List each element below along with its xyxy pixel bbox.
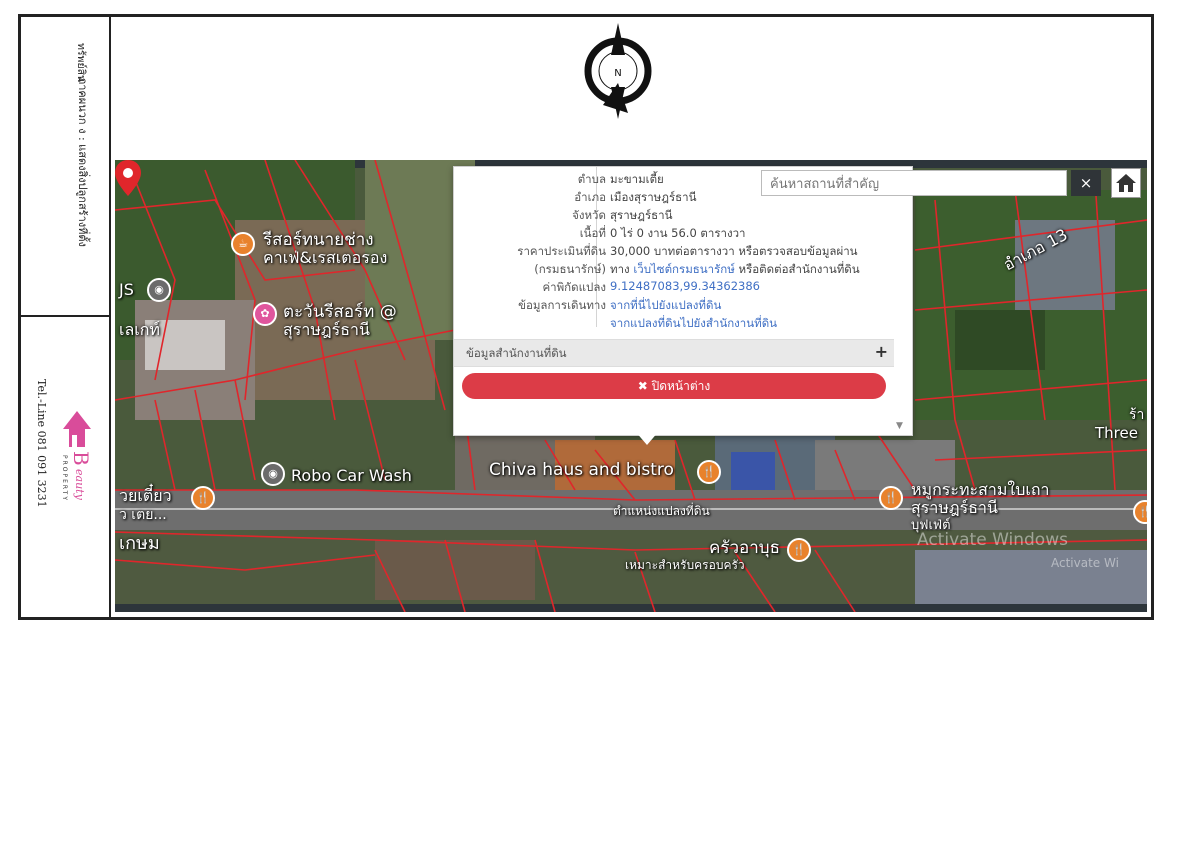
directions-to-parcel-link[interactable]: จากที่นี่ไปยังแปลงที่ดิน (610, 297, 721, 315)
windows-watermark-2: Activate Wi (1051, 556, 1119, 570)
home-button[interactable] (1111, 168, 1141, 198)
map-label-parcel-position: ตำแหน่งแปลงที่ดิน (613, 504, 710, 518)
hotel-pin-icon[interactable]: ✿ (253, 302, 277, 326)
north-label: N (614, 68, 621, 79)
map-label-sun-resort-2: สุราษฎร์ธานี (283, 320, 370, 339)
popup-row-treasury: (กรมธนารักษ์) ทาง เว็บไซต์กรมธนารักษ์ หร… (534, 262, 860, 276)
place-search-box[interactable] (761, 170, 1067, 196)
home-icon (1116, 174, 1136, 192)
popup-row-coordinates: ค่าพิกัดแปลง 9.12487083,99.34362386 (542, 279, 760, 294)
popup-row-appraisal: ราคาประเมินที่ดิน 30,000 บาทต่อตารางวา ห… (517, 244, 858, 258)
report-sheet: ทรัพย์สิน ภาคผนวก ง : แสดงสิ่งปลูกสร้างท… (18, 14, 1154, 620)
map-label-chiva-haus: Chiva haus and bistro (489, 460, 674, 480)
food-pin-icon[interactable]: 🍴 (191, 486, 215, 510)
brand-name: eauty (73, 469, 86, 500)
food-pin-icon[interactable]: 🍴 (697, 460, 721, 484)
brand-initial: B (69, 451, 93, 466)
annex-caption-box: ทรัพย์สิน ภาคผนวก ง : แสดงสิ่งปลูกสร้างท… (21, 17, 109, 317)
map-label-resort-2: คาเฟ่&เรสเตอรอง (263, 248, 388, 267)
directions-to-office-link[interactable]: จากแปลงที่ดินไปยังสำนักงานที่ดิน (610, 315, 777, 333)
land-office-section-toggle[interactable]: ข้อมูลสำนักงานที่ดิน + (454, 339, 894, 367)
car-wash-pin-icon[interactable]: ◉ (261, 462, 285, 486)
side-column: ทรัพย์สิน ภาคผนวก ง : แสดงสิ่งปลูกสร้างท… (21, 17, 111, 617)
expand-plus-icon[interactable]: + (875, 342, 888, 361)
food-pin-icon[interactable]: 🍴 (787, 538, 811, 562)
popup-row-area: เนื้อที่ 0 ไร่ 0 งาน 56.0 ตารางวา (579, 226, 746, 240)
north-compass: N (573, 19, 663, 119)
place-search-input[interactable] (768, 172, 1062, 196)
windows-watermark: Activate Windows (917, 530, 1068, 550)
map-label-right-fragment: ร้า (1129, 407, 1145, 423)
map-label-kitchen-sub: เหมาะสำหรับครอบครัว (625, 558, 745, 572)
popup-row-province: จังหวัด สุราษฎร์ธานี (572, 208, 673, 222)
beauty-property-logo: B eauty PROPERTY (57, 403, 97, 513)
parcel-location-marker-icon[interactable] (115, 160, 141, 196)
map-label-robo-car-wash: Robo Car Wash (291, 466, 412, 485)
map-label-left-b: เลเกท์ (119, 320, 160, 339)
parcel-info-popup: ตำบล มะขามเตี้ย อำเภอ เมืองสุราษฎร์ธานี … (453, 166, 913, 436)
food-pin-icon[interactable]: 🍴 (879, 486, 903, 510)
annex-title: ภาคผนวก ง : แสดงสิ่งปลูกสร้างที่ตั้ง (76, 77, 89, 247)
popup-row-directions: ข้อมูลการเดินทาง จากที่นี่ไปยังแปลงที่ดิ… (454, 297, 912, 314)
scroll-down-arrow-icon[interactable]: ▼ (896, 421, 903, 431)
restaurant-pin-icon[interactable]: ☕ (231, 232, 255, 256)
brand-sub: PROPERTY (61, 455, 68, 502)
map-label-left-d: ว เตย... (119, 507, 167, 523)
land-office-section-label: ข้อมูลสำนักงานที่ดิน (466, 346, 567, 360)
close-window-button[interactable]: ✖ ปิดหน้าต่าง (462, 373, 886, 399)
search-clear-button[interactable]: × (1071, 170, 1101, 196)
contact-box: Tel.-Line 081 091 3231 B eauty PROPERTY (21, 317, 109, 617)
compass-icon: N (584, 23, 652, 119)
map-label-left-e: เกษม (119, 533, 160, 554)
map-label-left-a: JS (119, 280, 134, 299)
popup-pointer (635, 431, 659, 445)
place-pin-icon[interactable]: ◉ (147, 278, 171, 302)
treasury-website-link[interactable]: เว็บไซต์กรมธนารักษ์ (633, 262, 735, 276)
coordinates-link[interactable]: 9.12487083,99.34362386 (610, 279, 760, 293)
popup-row-directions-office: จากแปลงที่ดินไปยังสำนักงานที่ดิน (454, 315, 912, 332)
tel-line-text: Tel.-Line 081 091 3231 (35, 379, 48, 508)
map-label-three: Three (1095, 424, 1138, 442)
map-screenshot[interactable]: ☕ รีสอร์ทนายช่าง คาเฟ่&เรสเตอรอง ✿ ตะวัน… (115, 160, 1147, 612)
